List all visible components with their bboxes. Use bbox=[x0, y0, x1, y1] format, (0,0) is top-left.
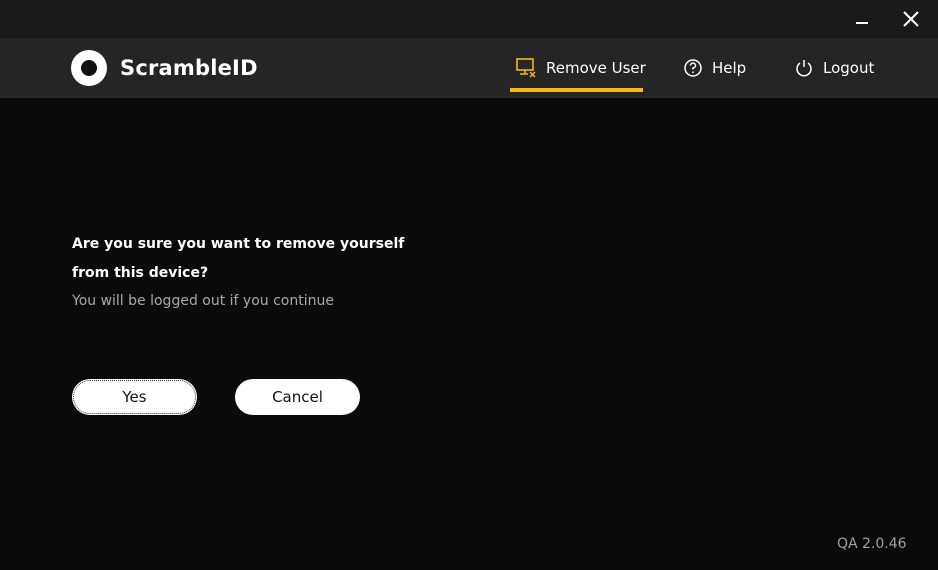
yes-button[interactable]: Yes bbox=[72, 379, 197, 415]
remove-user-icon bbox=[515, 57, 537, 79]
nav-remove-user-label: Remove User bbox=[546, 59, 646, 77]
version-label: QA 2.0.46 bbox=[837, 536, 907, 552]
close-icon bbox=[903, 11, 919, 27]
power-icon bbox=[794, 58, 814, 78]
top-nav: ScrambleID Remove User Help Logout bbox=[0, 38, 938, 98]
title-bar bbox=[0, 0, 938, 38]
help-icon bbox=[683, 58, 703, 78]
confirm-subtext: You will be logged out if you continue bbox=[72, 293, 334, 309]
minimize-icon bbox=[856, 22, 868, 24]
nav-logout-label: Logout bbox=[823, 59, 875, 77]
close-button[interactable] bbox=[894, 4, 928, 34]
app-window: ScrambleID Remove User Help Logout Are y… bbox=[0, 0, 938, 570]
confirm-question-line-1: Are you sure you want to remove yourself bbox=[72, 236, 405, 252]
nav-help-label: Help bbox=[712, 59, 747, 77]
brand-name: ScrambleID bbox=[120, 56, 258, 80]
confirm-question-line-2: from this device? bbox=[72, 265, 209, 281]
cancel-button[interactable]: Cancel bbox=[235, 379, 360, 415]
brand-logo: ScrambleID bbox=[71, 50, 258, 86]
minimize-button[interactable] bbox=[845, 4, 879, 34]
logo-icon bbox=[71, 50, 107, 86]
nav-logout[interactable]: Logout bbox=[794, 38, 874, 98]
remove-user-dialog: Are you sure you want to remove yourself… bbox=[72, 230, 412, 309]
active-tab-indicator bbox=[510, 88, 643, 92]
nav-help[interactable]: Help bbox=[683, 38, 746, 98]
